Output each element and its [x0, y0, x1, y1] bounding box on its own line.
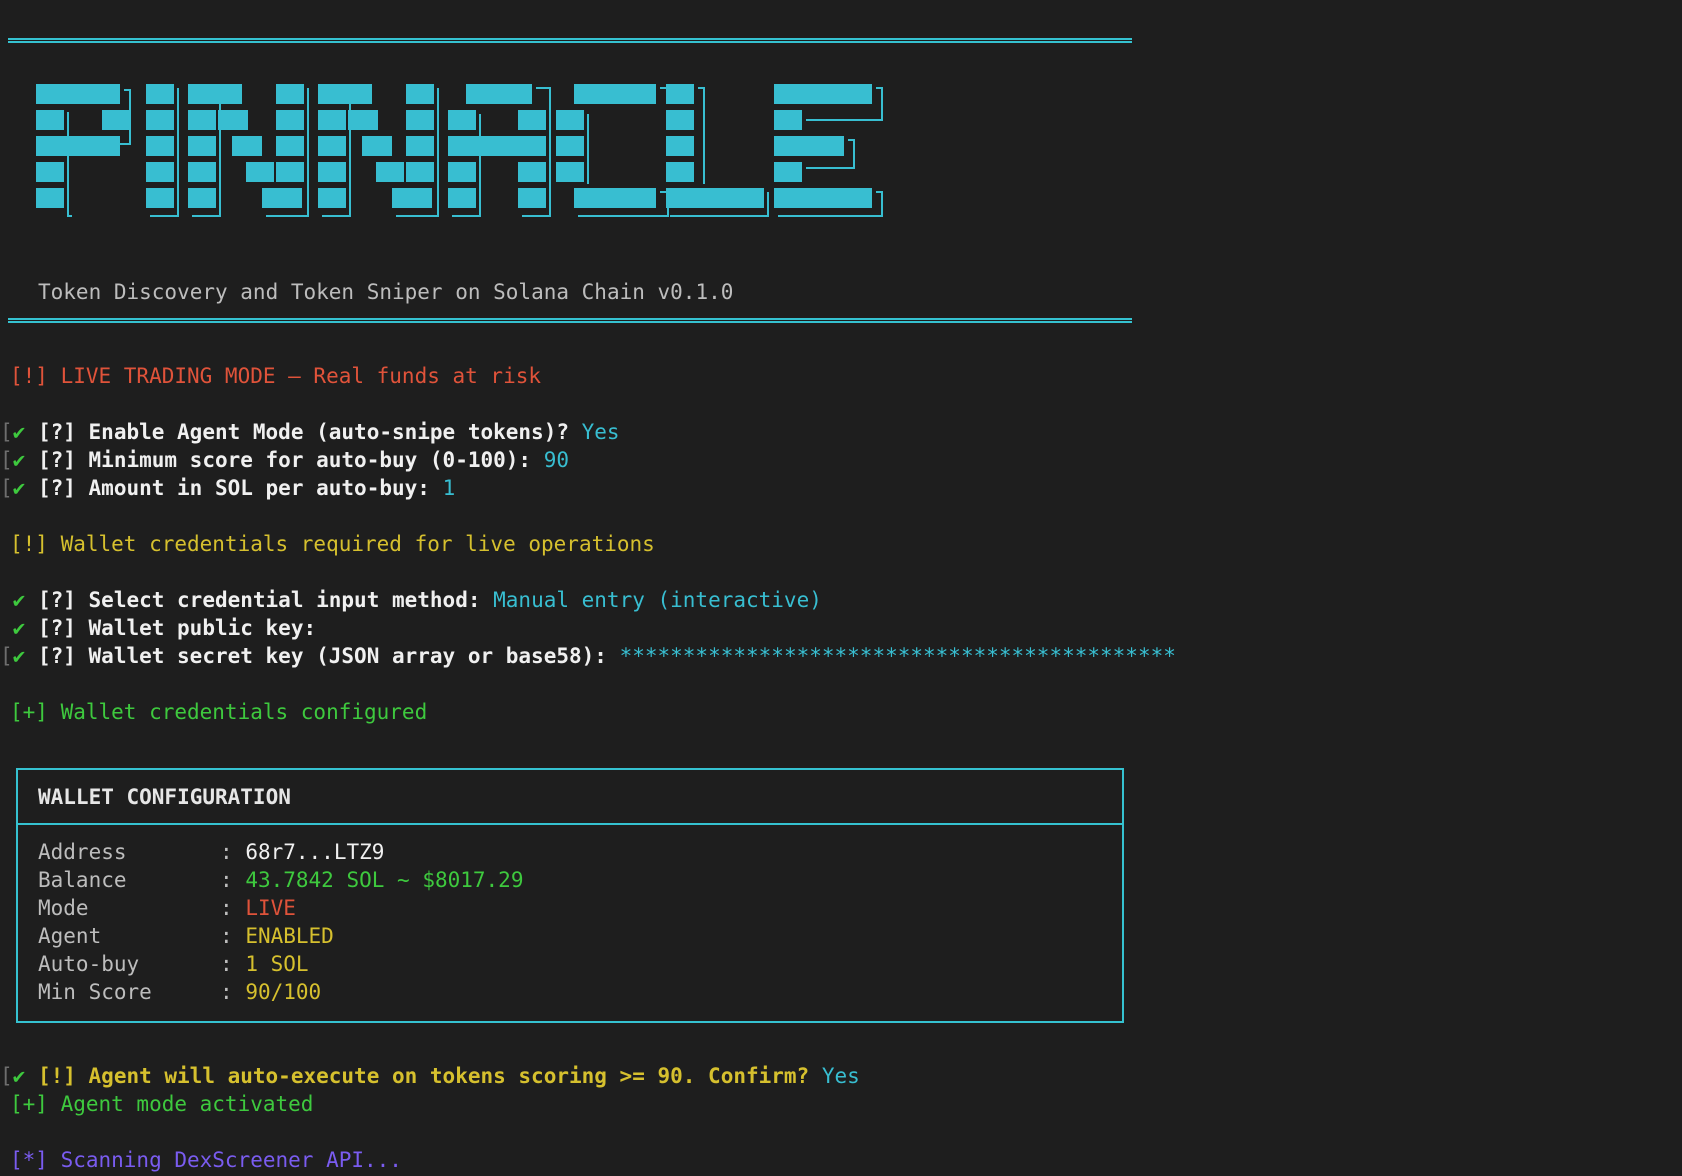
prompt-answer: 90	[543, 448, 570, 472]
prompt-label: [?] Amount in SOL per auto-buy:	[37, 476, 430, 500]
wallet-row-balance: Balance: 43.7842 SOL ~ $8017.29	[38, 866, 523, 894]
prompt-answer: 1	[442, 476, 456, 500]
subtitle-divider	[8, 318, 1132, 323]
wallet-row-separator: :	[220, 924, 233, 948]
wallet-row-agent: Agent: ENABLED	[38, 922, 334, 950]
wallet-row-address: Address: 68r7...LTZ9	[38, 838, 384, 866]
wallet-row-auto-buy: Auto-buy: 1 SOL	[38, 950, 309, 978]
subtitle: Token Discovery and Token Sniper on Sola…	[38, 280, 734, 304]
wallet-row-value: 1 SOL	[245, 952, 309, 976]
logo-letter-i	[146, 84, 179, 217]
wallet-row-key: Agent	[38, 924, 102, 948]
wallet-row-key: Address	[38, 840, 127, 864]
wallet-row-key: Balance	[38, 868, 127, 892]
prompt-label: [?] Minimum score for auto-buy (0-100):	[37, 448, 532, 472]
logo-letter-e	[774, 84, 883, 217]
logo-letter-p	[36, 84, 131, 217]
logo-letter-a	[448, 84, 551, 217]
prompt-answer: Manual entry (interactive)	[493, 588, 822, 612]
top-divider	[8, 38, 1132, 43]
wallet-row-value: 43.7842 SOL ~ $8017.29	[245, 868, 524, 892]
wallet-required-warning: [!] Wallet credentials required for live…	[10, 532, 655, 556]
prompt-agent-mode: [✔ [?] Enable Agent Mode (auto-snipe tok…	[0, 420, 620, 444]
prompt-answer: Yes	[581, 420, 620, 444]
prompt-confirm-agent: [✔ [!] Agent will auto-execute on tokens…	[0, 1064, 860, 1088]
wallet-row-min-score: Min Score: 90/100	[38, 978, 321, 1006]
prompt-public-key: ✔ [?] Wallet public key:	[0, 614, 329, 642]
prompt-label: [?] Wallet secret key (JSON array or bas…	[37, 644, 607, 668]
logo-letter-l	[666, 84, 769, 217]
prompt-label: [!] Agent will auto-execute on tokens sc…	[37, 1064, 810, 1088]
wallet-row-mode: Mode: LIVE	[38, 894, 296, 922]
check-icon: ✔	[12, 1064, 26, 1088]
check-icon: ✔	[12, 420, 26, 444]
check-icon: ✔	[12, 476, 26, 500]
logo-letter-n1	[188, 84, 309, 217]
check-icon: ✔	[12, 588, 26, 612]
check-icon: ✔	[12, 616, 26, 640]
prompt-min-score: [✔ [?] Minimum score for auto-buy (0-100…	[0, 448, 570, 472]
live-trading-warning: [!] LIVE TRADING MODE — Real funds at ri…	[10, 364, 542, 388]
wallet-configuration-panel: WALLET CONFIGURATION Address: 68r7...LTZ…	[16, 768, 1124, 1023]
prompt-label: [?] Select credential input method:	[37, 588, 481, 612]
prompt-secret-key: [✔ [?] Wallet secret key (JSON array or …	[0, 644, 1176, 668]
wallet-row-separator: :	[220, 980, 233, 1004]
prompt-amount-sol: [✔ [?] Amount in SOL per auto-buy: 1	[0, 476, 456, 500]
check-icon: ✔	[12, 644, 26, 668]
prompt-label: [?] Wallet public key:	[37, 616, 317, 640]
wallet-row-key: Auto-buy	[38, 952, 140, 976]
wallet-row-value: 90/100	[245, 980, 322, 1004]
wallet-row-value: ENABLED	[245, 924, 334, 948]
prompt-credential-method: ✔ [?] Select credential input method: Ma…	[0, 586, 822, 614]
wallet-row-separator: :	[220, 840, 233, 864]
wallet-row-value: LIVE	[245, 896, 296, 920]
wallet-row-value: 68r7...LTZ9	[245, 840, 385, 864]
check-icon: ✔	[12, 448, 26, 472]
secret-key-masked: ****************************************…	[619, 644, 1176, 668]
agent-activated-message: [+] Agent mode activated	[10, 1092, 314, 1116]
wallet-row-separator: :	[220, 868, 233, 892]
wallet-configuration-title: WALLET CONFIGURATION	[18, 770, 1122, 825]
logo-letter-n2	[318, 84, 439, 217]
wallet-configured-message: [+] Wallet credentials configured	[10, 700, 428, 724]
scanning-status: [*] Scanning DexScreener API...	[10, 1148, 402, 1172]
logo-letter-c	[556, 84, 669, 217]
pinnacle-logo	[36, 84, 883, 217]
wallet-row-separator: :	[220, 896, 233, 920]
prompt-answer: Yes	[821, 1064, 860, 1088]
prompt-label: [?] Enable Agent Mode (auto-snipe tokens…	[37, 420, 569, 444]
wallet-row-key: Mode	[38, 896, 89, 920]
wallet-row-key: Min Score	[38, 980, 152, 1004]
wallet-row-separator: :	[220, 952, 233, 976]
